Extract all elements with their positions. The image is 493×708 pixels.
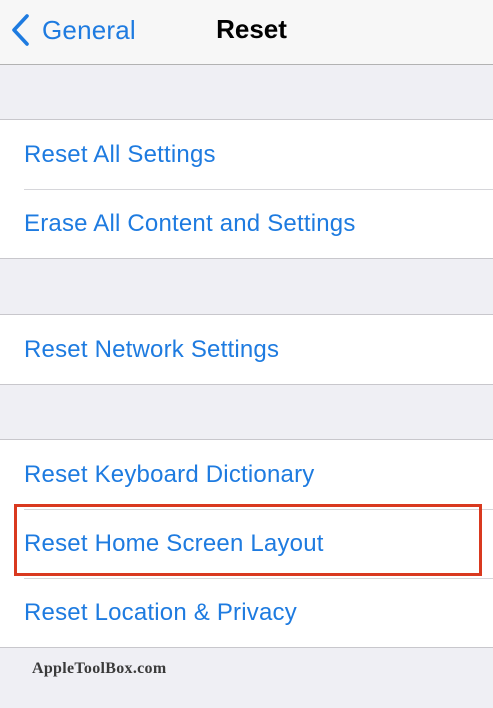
watermark: AppleToolBox.com (32, 660, 167, 677)
navigation-bar: General Reset (0, 0, 493, 65)
erase-all-content-label: Erase All Content and Settings (24, 209, 356, 237)
reset-keyboard-dictionary-button[interactable]: Reset Keyboard Dictionary (0, 440, 493, 509)
settings-group-other-reset: Reset Keyboard Dictionary Reset Home Scr… (0, 439, 493, 648)
reset-all-settings-button[interactable]: Reset All Settings (0, 120, 493, 189)
reset-location-privacy-button[interactable]: Reset Location & Privacy (0, 578, 493, 647)
settings-group-general-reset: Reset All Settings Erase All Content and… (0, 119, 493, 259)
erase-all-content-button[interactable]: Erase All Content and Settings (0, 189, 493, 258)
reset-network-settings-label: Reset Network Settings (24, 335, 280, 363)
settings-group-network-reset: Reset Network Settings (0, 314, 493, 385)
reset-all-settings-label: Reset All Settings (24, 140, 216, 168)
reset-network-settings-button[interactable]: Reset Network Settings (0, 315, 493, 384)
page-title: Reset (216, 14, 287, 44)
reset-keyboard-dictionary-label: Reset Keyboard Dictionary (24, 460, 315, 488)
reset-home-screen-layout-label: Reset Home Screen Layout (24, 529, 324, 557)
reset-settings-screen: General Reset Reset All Settings Erase A… (0, 0, 493, 708)
reset-location-privacy-label: Reset Location & Privacy (24, 598, 297, 626)
reset-home-screen-layout-button[interactable]: Reset Home Screen Layout (0, 509, 493, 578)
